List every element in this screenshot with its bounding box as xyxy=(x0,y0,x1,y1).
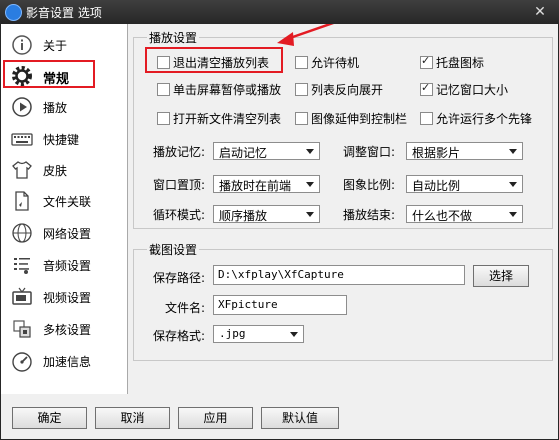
checkbox-box[interactable] xyxy=(157,83,170,96)
checkbox-box[interactable] xyxy=(295,83,308,96)
sidebar-item-hotkeys[interactable]: 快捷键 xyxy=(9,126,121,152)
chevron-down-icon xyxy=(306,182,314,187)
sidebar-item-acceleration[interactable]: 加速信息 xyxy=(9,348,121,374)
sidebar-item-about[interactable]: 关于 xyxy=(9,32,121,58)
sidebar-item-file-association[interactable]: 文件关联 xyxy=(9,188,121,214)
input-value: D:\xfplay\XfCapture xyxy=(218,268,344,281)
sidebar-item-general[interactable]: 常规 xyxy=(3,60,121,89)
chevron-down-icon xyxy=(290,332,298,337)
select-label: 播放结束: xyxy=(343,208,396,222)
checkbox-label: 打开新文件清空列表 xyxy=(173,112,282,126)
sidebar: 关于 常规 播放 快捷键 皮肤 文件关联 网络设置 音频设置 视频设置 多核设置… xyxy=(1,24,128,394)
checkbox-box[interactable] xyxy=(157,112,170,125)
sidebar-item-audio[interactable]: 音频设置 xyxy=(9,252,121,278)
chevron-down-icon xyxy=(509,182,517,187)
sidebar-item-label: 快捷键 xyxy=(43,133,80,147)
sidebar-item-label: 网络设置 xyxy=(43,227,92,241)
keyboard-icon xyxy=(11,133,33,146)
cpu-icon xyxy=(13,320,31,338)
sidebar-item-label: 音频设置 xyxy=(43,259,92,273)
sidebar-item-playback[interactable]: 播放 xyxy=(9,94,121,120)
select-value: 什么也不做 xyxy=(412,209,473,223)
input-value: XFpicture xyxy=(218,298,278,311)
shirt-icon xyxy=(12,161,32,179)
tv-icon xyxy=(12,287,32,305)
select-label: 图象比例: xyxy=(343,178,396,192)
select-value: 顺序播放 xyxy=(219,209,268,223)
info-icon xyxy=(12,35,32,55)
sidebar-item-label: 播放 xyxy=(43,101,68,115)
capture-settings-title: 截图设置 xyxy=(147,241,200,258)
checkbox-box[interactable] xyxy=(420,81,433,96)
sidebar-item-label: 常规 xyxy=(43,72,70,87)
cancel-button[interactable]: 取消 xyxy=(95,407,170,429)
audio-icon xyxy=(14,258,30,274)
select-value: 自动比例 xyxy=(412,179,461,193)
select-label: 播放记忆: xyxy=(153,145,206,159)
playback-memory-select[interactable]: 启动记忆 xyxy=(213,142,320,160)
checkbox-box[interactable] xyxy=(420,112,433,125)
sidebar-item-label: 皮肤 xyxy=(43,164,68,178)
select-label: 循环模式: xyxy=(153,208,206,222)
window-on-top-select[interactable]: 播放时在前端 xyxy=(213,175,320,193)
sidebar-item-video[interactable]: 视频设置 xyxy=(9,284,121,310)
main-panel: 播放设置 退出清空播放列表 允许待机 托盘图标 单击屏幕暂停或播放 列表反向展开… xyxy=(127,24,558,394)
sidebar-item-skin[interactable]: 皮肤 xyxy=(9,157,121,183)
checkbox-label: 图像延伸到控制栏 xyxy=(311,112,408,126)
save-format-label: 保存格式: xyxy=(153,329,206,343)
chevron-down-icon xyxy=(509,149,517,154)
sidebar-item-multicore[interactable]: 多核设置 xyxy=(9,316,121,342)
gear-icon xyxy=(12,66,32,86)
chevron-down-icon xyxy=(306,149,314,154)
sidebar-item-network[interactable]: 网络设置 xyxy=(9,220,121,246)
filename-input[interactable]: XFpicture xyxy=(213,295,347,315)
play-icon xyxy=(12,97,32,117)
window-title: 影音设置 选项 xyxy=(26,6,102,20)
select-value: 根据影片 xyxy=(412,146,461,160)
arrow-annotation-icon xyxy=(277,24,335,46)
globe-icon xyxy=(12,223,32,243)
chevron-down-icon xyxy=(509,212,517,217)
loop-mode-select[interactable]: 顺序播放 xyxy=(213,205,320,223)
sidebar-item-label: 视频设置 xyxy=(43,291,92,305)
apply-button[interactable]: 应用 xyxy=(178,407,253,429)
select-value: 播放时在前端 xyxy=(219,179,292,193)
playback-end-select[interactable]: 什么也不做 xyxy=(406,205,523,223)
select-value: 启动记忆 xyxy=(219,146,268,160)
save-path-input[interactable]: D:\xfplay\XfCapture xyxy=(213,265,465,285)
select-label: 窗口置顶: xyxy=(153,178,206,192)
filename-label: 文件名: xyxy=(165,301,206,315)
title-bar: 影音设置 选项 ✕ xyxy=(0,0,559,24)
select-value: .jpg xyxy=(219,327,246,340)
chevron-down-icon xyxy=(306,212,314,217)
save-format-select[interactable]: .jpg xyxy=(213,325,304,343)
ok-button[interactable]: 确定 xyxy=(12,407,87,429)
sidebar-item-label: 加速信息 xyxy=(43,355,92,369)
adjust-window-select[interactable]: 根据影片 xyxy=(406,142,523,160)
checkbox-label: 允许运行多个先锋 xyxy=(436,112,533,126)
footer-bar: 确定 取消 应用 默认值 xyxy=(1,394,558,439)
checkbox-box[interactable] xyxy=(295,112,308,125)
app-logo-icon xyxy=(5,4,22,21)
default-button[interactable]: 默认值 xyxy=(261,407,339,429)
settings-window: 关于 常规 播放 快捷键 皮肤 文件关联 网络设置 音频设置 视频设置 多核设置… xyxy=(1,24,558,439)
sidebar-item-label: 关于 xyxy=(43,39,68,53)
aspect-ratio-select[interactable]: 自动比例 xyxy=(406,175,523,193)
document-icon xyxy=(15,191,29,211)
select-label: 调整窗口: xyxy=(343,145,396,159)
sidebar-item-label: 文件关联 xyxy=(43,195,92,209)
close-button[interactable]: ✕ xyxy=(527,3,553,21)
save-path-label: 保存路径: xyxy=(153,271,206,285)
browse-button[interactable]: 选择 xyxy=(473,265,529,287)
sidebar-item-label: 多核设置 xyxy=(43,323,92,337)
speedometer-icon xyxy=(12,352,32,372)
